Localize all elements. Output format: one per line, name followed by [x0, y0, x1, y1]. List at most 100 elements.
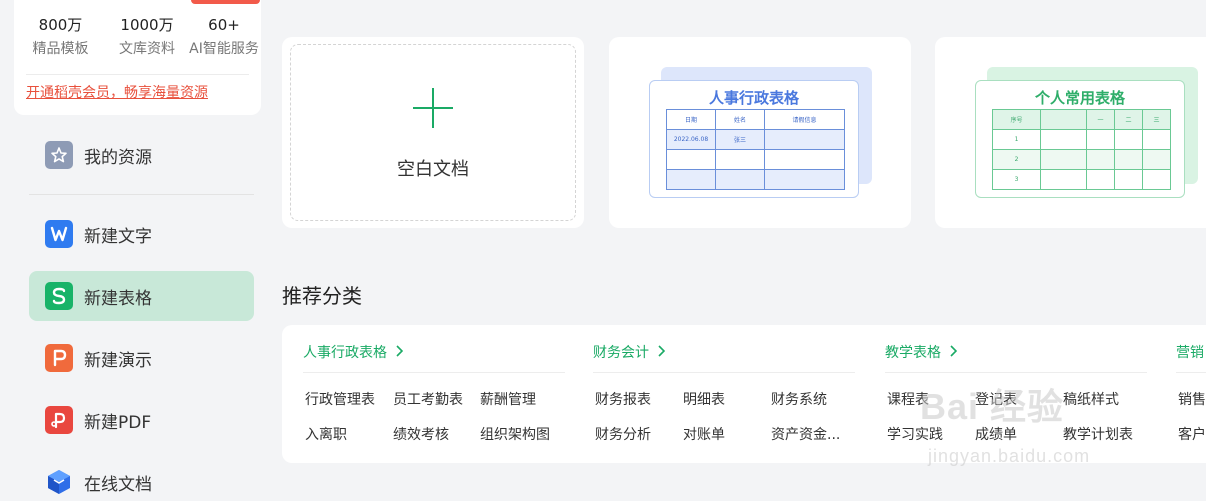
category-teaching-link[interactable]: 教学表格 [885, 342, 958, 362]
table-cell: 一 [1086, 109, 1115, 130]
table-cell: 姓名 [715, 109, 765, 130]
chevron-right-icon [395, 345, 404, 361]
sidebar-item-label: 新建演示 [84, 350, 152, 371]
table-cell [1142, 169, 1171, 190]
category-finance-link[interactable]: 财务会计 [593, 342, 666, 362]
stat-ai-services: 60+ AI智能服务 [187, 14, 261, 58]
sidebar-item-label: 新建文字 [84, 226, 152, 247]
recommend-section-title: 推荐分类 [282, 284, 362, 308]
category-item[interactable]: 财务系统 [771, 389, 827, 409]
category-item[interactable]: 薪酬管理 [480, 389, 536, 409]
table-cell: 2 [992, 149, 1041, 170]
stat-number: 60+ [208, 16, 240, 34]
sidebar-item-online-docs[interactable]: 在线文档 [29, 457, 254, 501]
category-item[interactable]: 行政管理表 [305, 389, 375, 409]
category-item[interactable]: 对账单 [683, 424, 725, 444]
table-cell: 序号 [992, 109, 1041, 130]
hr-template-preview: 人事行政表格 日期 姓名 请假信息 2022.06.08 张三 [649, 80, 859, 198]
stat-label: 精品模板 [32, 41, 89, 57]
spreadsheet-icon [45, 282, 73, 310]
category-item[interactable]: 课程表 [887, 389, 929, 409]
table-cell: 请假信息 [764, 109, 845, 130]
table-cell: 三 [1142, 109, 1171, 130]
table-cell [1086, 169, 1115, 190]
personal-template-preview: 个人常用表格 序号 一 二 三 1 2 3 [975, 80, 1185, 198]
sidebar-divider [29, 194, 254, 195]
cube-icon [45, 468, 73, 496]
table-cell [715, 169, 765, 190]
category-title: 营销 [1176, 345, 1204, 361]
table-cell [666, 149, 716, 170]
sidebar-item-new-writer[interactable]: 新建文字 [29, 209, 254, 259]
hr-template-table: 日期 姓名 请假信息 2022.06.08 张三 [666, 109, 845, 190]
category-item[interactable]: 财务报表 [595, 389, 651, 409]
sidebar-item-new-pdf[interactable]: 新建PDF [29, 395, 254, 445]
table-cell: 3 [992, 169, 1041, 190]
table-cell [1114, 169, 1143, 190]
hr-template-title: 人事行政表格 [708, 89, 799, 107]
table-cell [1114, 149, 1143, 170]
table-cell [666, 169, 716, 190]
category-item[interactable]: 组织架构图 [480, 424, 550, 444]
category-hr-link[interactable]: 人事行政表格 [303, 342, 404, 362]
category-item[interactable]: 成绩单 [975, 424, 1017, 444]
blank-card-dashed-frame [290, 44, 576, 221]
chevron-right-icon [949, 345, 958, 361]
table-cell: 2022.06.08 [666, 129, 716, 150]
category-item[interactable]: 资产资金... [771, 424, 840, 444]
sidebar-item-label: 在线文档 [84, 474, 152, 495]
category-marketing-link[interactable]: 营销 [1176, 342, 1204, 362]
category-item[interactable]: 登记表 [975, 389, 1017, 409]
category-title: 人事行政表格 [303, 345, 387, 361]
category-item[interactable]: 稿纸样式 [1063, 389, 1119, 409]
category-item[interactable]: 员工考勤表 [393, 389, 463, 409]
category-item[interactable]: 销售 [1178, 389, 1206, 409]
category-divider [1176, 372, 1206, 373]
stat-number: 1000万 [120, 16, 174, 34]
category-item[interactable]: 客户 [1178, 424, 1206, 444]
table-cell [1114, 129, 1143, 150]
table-cell [1040, 149, 1087, 170]
sidebar-item-new-spreadsheet[interactable]: 新建表格 [29, 271, 254, 321]
category-divider [303, 372, 565, 373]
hr-template-card[interactable]: 人事行政表格 日期 姓名 请假信息 2022.06.08 张三 [609, 37, 911, 228]
stat-library: 1000万 文库资料 [107, 14, 187, 58]
blank-document-card[interactable]: 空白文档 [282, 37, 584, 228]
sidebar-item-new-presentation[interactable]: 新建演示 [29, 333, 254, 383]
category-item[interactable]: 绩效考核 [393, 424, 449, 444]
category-item[interactable]: 入离职 [305, 424, 347, 444]
blank-document-label: 空白文档 [397, 159, 469, 180]
table-cell [1040, 169, 1087, 190]
category-item[interactable]: 教学计划表 [1063, 424, 1133, 444]
table-cell [764, 169, 845, 190]
table-cell [1040, 129, 1087, 150]
table-cell [764, 129, 845, 150]
table-cell [1040, 109, 1087, 130]
promo-divider [26, 74, 249, 75]
category-title: 财务会计 [593, 345, 649, 361]
category-item[interactable]: 财务分析 [595, 424, 651, 444]
stat-number: 800万 [38, 16, 83, 34]
promo-stats: 800万 精品模板 1000万 文库资料 60+ AI智能服务 [14, 14, 261, 58]
category-item[interactable]: 明细表 [683, 389, 725, 409]
star-icon [45, 141, 73, 169]
sidebar-item-label: 新建表格 [84, 288, 152, 309]
category-item[interactable]: 学习实践 [887, 424, 943, 444]
table-cell [1142, 149, 1171, 170]
promo-top-tab[interactable] [191, 0, 260, 4]
table-cell: 1 [992, 129, 1041, 150]
open-membership-link[interactable]: 开通稻壳会员，畅享海量资源 [26, 82, 208, 102]
table-cell [1086, 149, 1115, 170]
sidebar-item-my-resources[interactable]: 我的资源 [29, 130, 254, 180]
personal-template-title: 个人常用表格 [1034, 89, 1125, 107]
presentation-icon [45, 344, 73, 372]
plus-icon [413, 88, 453, 128]
stat-templates: 800万 精品模板 [14, 14, 107, 58]
pdf-icon [45, 406, 73, 434]
table-cell [764, 149, 845, 170]
chevron-right-icon [657, 345, 666, 361]
writer-icon [45, 220, 73, 248]
stat-label: AI智能服务 [189, 41, 259, 57]
personal-template-card[interactable]: 个人常用表格 序号 一 二 三 1 2 3 [935, 37, 1206, 228]
table-cell [1142, 129, 1171, 150]
